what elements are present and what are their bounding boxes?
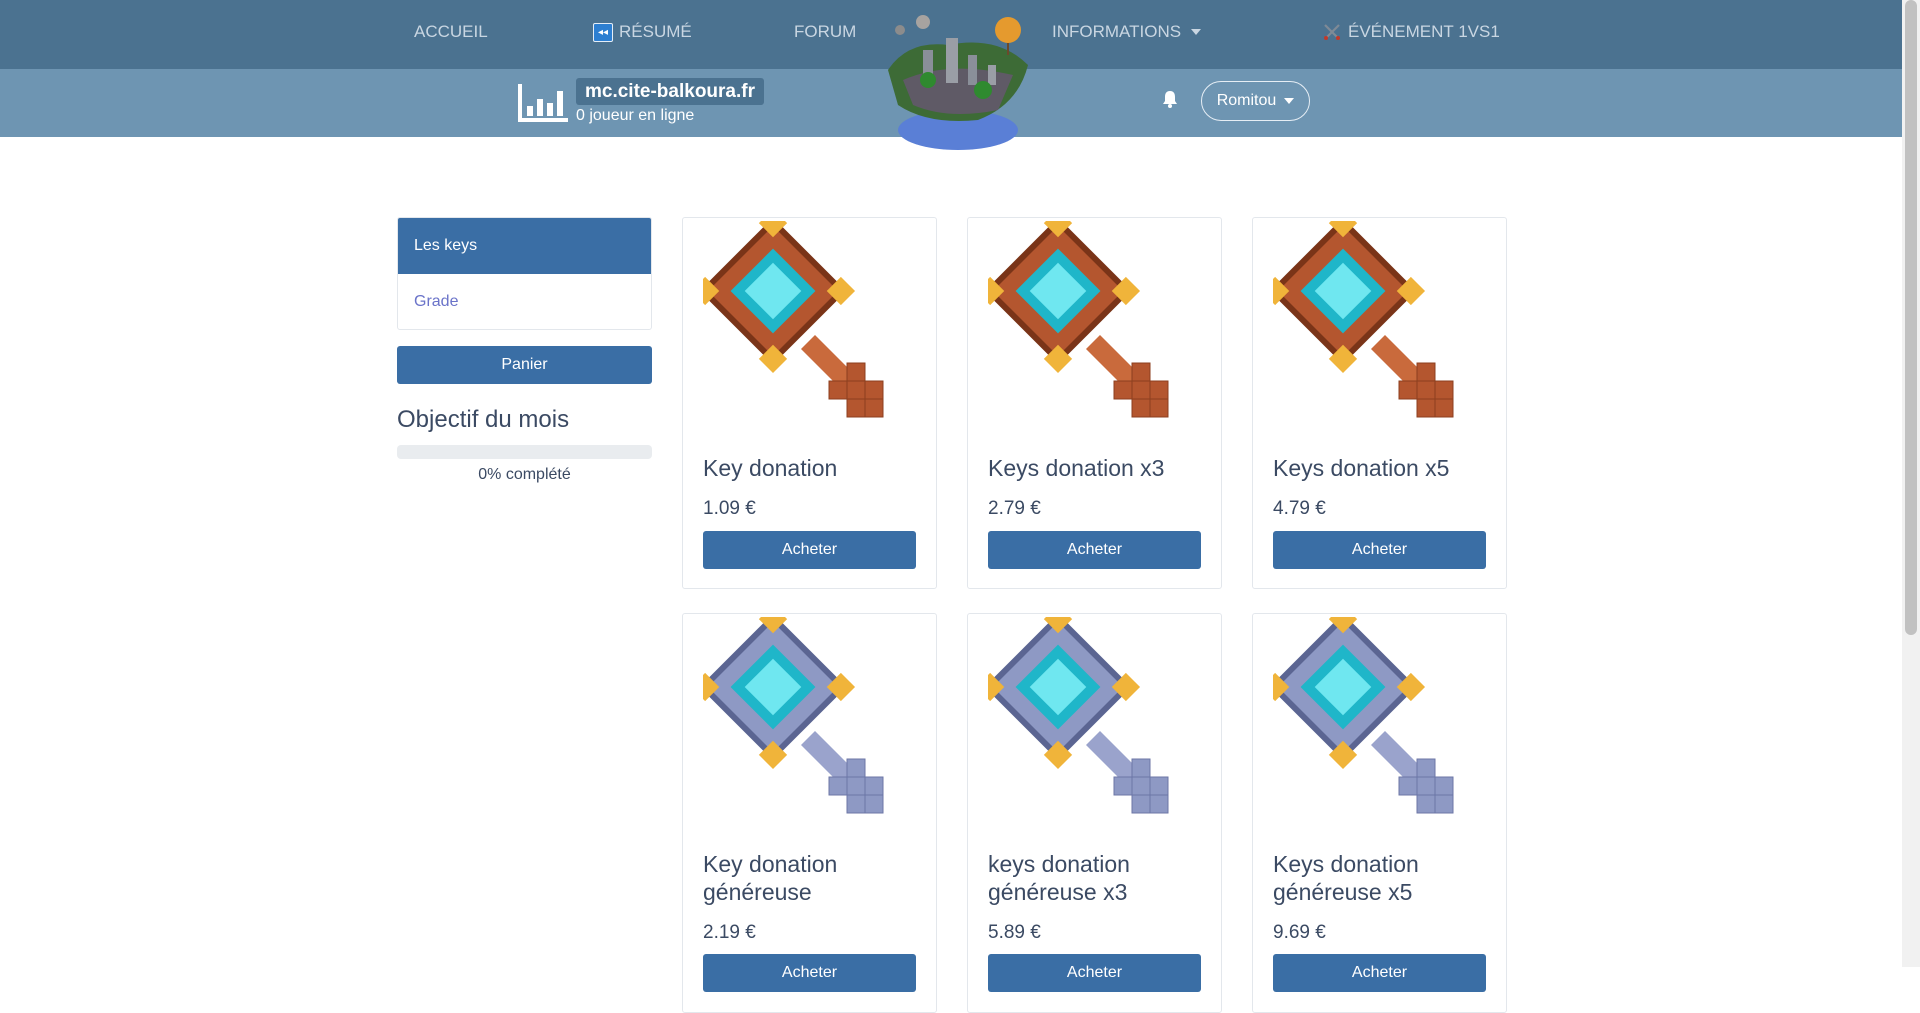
- nav-informations-label: INFORMATIONS: [1052, 22, 1182, 41]
- key-icon: [988, 617, 1169, 814]
- nav-informations-dropdown[interactable]: INFORMATIONS: [1052, 22, 1202, 42]
- category-list: Les keys Grade: [397, 217, 652, 330]
- product-title: Keys donation généreuse x5: [1273, 851, 1419, 905]
- crossed-swords-icon: [1324, 24, 1340, 40]
- product-title: keys donation généreuse x3: [988, 851, 1130, 905]
- product-card: Key donation généreuse 2.19 € Acheter: [682, 613, 937, 1013]
- category-item-grade[interactable]: Grade: [398, 274, 651, 329]
- server-ip[interactable]: mc.cite-balkoura.fr: [576, 78, 764, 105]
- buy-button[interactable]: Acheter: [703, 531, 916, 569]
- key-icon: [703, 617, 884, 814]
- chevron-down-icon: [1191, 29, 1202, 35]
- category-item-les-keys[interactable]: Les keys: [398, 218, 651, 274]
- nav-forum-link[interactable]: FORUM: [794, 22, 856, 42]
- nav-resume-label: RÉSUMÉ: [619, 22, 692, 41]
- chevron-down-icon: [1284, 98, 1295, 104]
- product-price: 4.79 €: [1273, 498, 1326, 519]
- user-menu-button[interactable]: Romitou: [1201, 81, 1310, 121]
- cart-button[interactable]: Panier: [397, 346, 652, 384]
- product-price: 2.19 €: [703, 922, 756, 943]
- product-card: Keys donation généreuse x5 9.69 € Acheter: [1252, 613, 1507, 1013]
- key-icon: [703, 221, 884, 418]
- product-price: 2.79 €: [988, 498, 1041, 519]
- product-price: 9.69 €: [1273, 922, 1326, 943]
- buy-button[interactable]: Acheter: [703, 954, 916, 992]
- product-title: Key donation généreuse: [703, 851, 838, 905]
- product-card: Keys donation x5 4.79 € Acheter: [1252, 217, 1507, 589]
- online-players-count: 0 joueur en ligne: [576, 107, 695, 124]
- key-icon: [988, 221, 1169, 418]
- buy-button[interactable]: Acheter: [988, 531, 1201, 569]
- product-title: Keys donation x3: [988, 455, 1165, 481]
- product-card: keys donation généreuse x3 5.89 € Acheter: [967, 613, 1222, 1013]
- nav-event-label: ÉVÉNEMENT 1VS1: [1348, 22, 1500, 41]
- product-price: 1.09 €: [703, 498, 756, 519]
- product-card: Keys donation x3 2.79 € Acheter: [967, 217, 1222, 589]
- bar-chart-icon: [518, 84, 568, 122]
- buy-button[interactable]: Acheter: [1273, 954, 1486, 992]
- monthly-goal-progress-bar: [397, 445, 652, 459]
- product-title: Keys donation x5: [1273, 455, 1450, 481]
- buy-button[interactable]: Acheter: [988, 954, 1201, 992]
- key-icon: [1273, 617, 1454, 814]
- product-title: Key donation: [703, 455, 838, 481]
- site-logo[interactable]: [868, 10, 1038, 155]
- monthly-goal-title: Objectif du mois: [397, 406, 570, 433]
- nav-resume-link[interactable]: ◂◂ RÉSUMÉ: [593, 22, 692, 42]
- scrollbar-thumb[interactable]: [1905, 0, 1917, 635]
- nav-event-link[interactable]: ÉVÉNEMENT 1VS1: [1322, 22, 1500, 42]
- rewind-icon: ◂◂: [593, 22, 613, 42]
- username: Romitou: [1216, 92, 1277, 109]
- product-card: Key donation 1.09 € Acheter: [682, 217, 937, 589]
- monthly-goal-progress-text: 0% complété: [478, 466, 571, 483]
- key-icon: [1273, 221, 1454, 418]
- buy-button[interactable]: Acheter: [1273, 531, 1486, 569]
- product-price: 5.89 €: [988, 922, 1041, 943]
- nav-home-link[interactable]: ACCUEIL: [414, 22, 488, 42]
- bell-icon[interactable]: [1162, 90, 1178, 108]
